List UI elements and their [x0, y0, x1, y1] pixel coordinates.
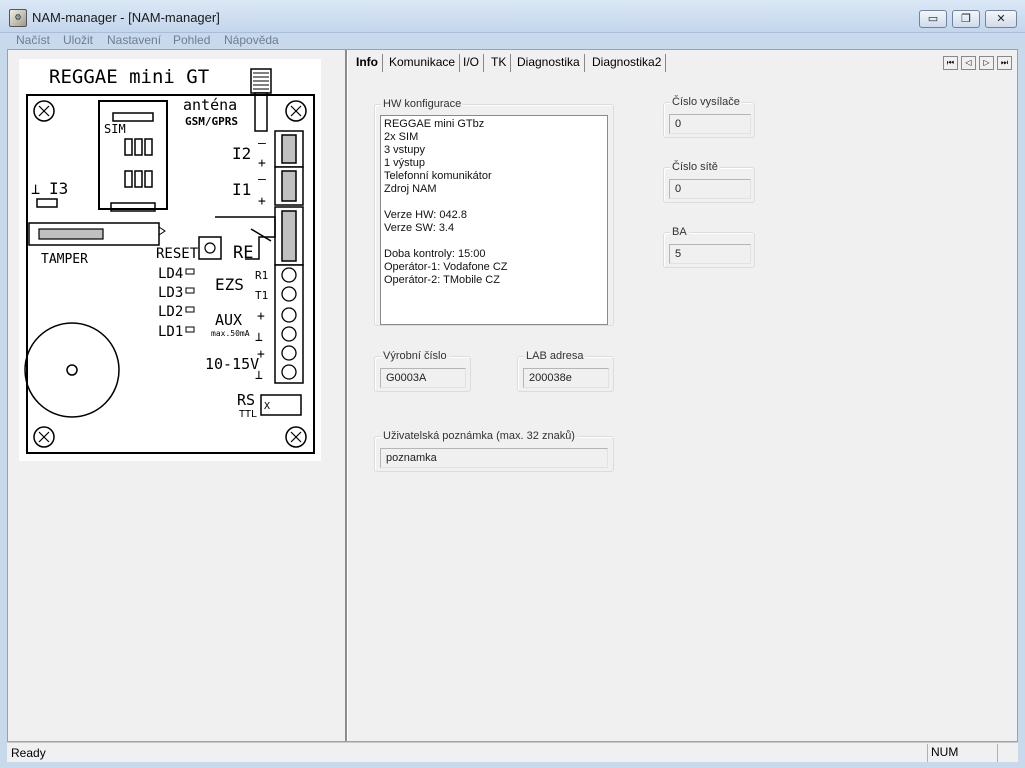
close-button[interactable]: ✕	[985, 10, 1017, 28]
svg-text:TAMPER: TAMPER	[41, 252, 88, 267]
reset-button-icon	[198, 236, 222, 260]
hw-config-group: HW konfigurace REGGAE mini GTbz 2x SIM 3…	[374, 98, 614, 326]
tab-io[interactable]: I/O	[459, 54, 485, 72]
tab-strip: Info Komunikace I/O TK Diagnostika Diagn…	[350, 52, 1012, 72]
window-bottom-frame	[0, 762, 1025, 768]
svg-text:R1: R1	[255, 269, 268, 282]
tab-prev-icon[interactable]: ◁	[961, 56, 976, 70]
svg-text:I1: I1	[232, 180, 251, 199]
svg-text:TTL: TTL	[239, 409, 257, 420]
svg-text:LD2: LD2	[158, 304, 183, 320]
svg-text:anténa: anténa	[183, 96, 237, 114]
transmitter-group: Číslo vysílače 0	[663, 96, 755, 138]
svg-text:X: X	[264, 401, 270, 412]
tab-first-icon[interactable]: ⏮	[943, 56, 958, 70]
size-grip-icon[interactable]	[997, 744, 1018, 762]
board-title: REGGAE mini GT	[49, 66, 209, 88]
tab-info[interactable]: Info	[352, 54, 383, 72]
lab-address-group: LAB adresa 200038e	[517, 350, 614, 392]
user-note-field[interactable]: poznamka	[380, 448, 608, 468]
minimize-button[interactable]: ▭	[919, 10, 947, 28]
network-group: Číslo sítě 0	[663, 161, 755, 203]
menu-nacist[interactable]: Načíst	[16, 33, 50, 47]
svg-text:I2: I2	[232, 144, 251, 163]
menu-pohled[interactable]: Pohled	[173, 33, 210, 47]
board-diagram: REGGAE mini GT anténa GSM/GPRS SIM I2 – …	[19, 59, 321, 461]
menu-nastaveni[interactable]: Nastavení	[107, 33, 161, 47]
tab-diagnostika[interactable]: Diagnostika	[513, 54, 585, 72]
svg-text:⊥: ⊥	[255, 368, 263, 383]
svg-text:10-15V: 10-15V	[205, 355, 259, 373]
ba-field[interactable]: 5	[669, 244, 751, 264]
svg-text:+: +	[257, 309, 265, 324]
app-icon[interactable]: ⚙	[9, 9, 27, 27]
status-bar: Ready NUM	[7, 742, 1018, 762]
svg-text:LD4: LD4	[158, 266, 183, 282]
svg-text:–: –	[258, 136, 266, 151]
client-area: REGGAE mini GT anténa GSM/GPRS SIM I2 – …	[7, 49, 1018, 742]
svg-text:GSM/GPRS: GSM/GPRS	[185, 115, 238, 128]
svg-text:⊥: ⊥	[31, 180, 40, 198]
svg-text:RS: RS	[237, 391, 255, 409]
svg-text:⊥: ⊥	[255, 330, 263, 345]
menu-napoveda[interactable]: Nápověda	[224, 33, 279, 47]
ba-group: BA 5	[663, 226, 755, 268]
board-svg: REGGAE mini GT anténa GSM/GPRS SIM I2 – …	[24, 66, 315, 454]
svg-text:EZS: EZS	[215, 275, 244, 294]
menu-ulozit[interactable]: Uložit	[63, 33, 93, 47]
serial-field[interactable]: G0003A	[380, 368, 466, 388]
tab-next-icon[interactable]: ▷	[979, 56, 994, 70]
pane-splitter[interactable]	[347, 50, 348, 741]
buzzer-icon	[24, 322, 120, 418]
transmitter-field[interactable]: 0	[669, 114, 751, 134]
lab-address-field[interactable]: 200038e	[523, 368, 609, 388]
hw-config-memo[interactable]: REGGAE mini GTbz 2x SIM 3 vstupy 1 výstu…	[380, 115, 608, 325]
svg-text:LD1: LD1	[158, 324, 183, 340]
serial-group: Výrobní číslo G0003A	[374, 350, 471, 392]
num-lock-indicator: NUM	[927, 744, 997, 762]
user-note-group: Uživatelská poznámka (max. 32 znaků) poz…	[374, 430, 614, 472]
title-bar: ⚙ NAM-manager - [NAM-manager] ▭ ❐ ✕	[0, 0, 1025, 33]
svg-text:I3: I3	[49, 179, 68, 198]
restore-button[interactable]: ❐	[952, 10, 980, 28]
tab-tk[interactable]: TK	[487, 54, 512, 72]
status-text: Ready	[11, 746, 46, 760]
tab-diagnostika2[interactable]: Diagnostika2	[588, 54, 667, 72]
info-pane: Info Komunikace I/O TK Diagnostika Diagn…	[350, 50, 1018, 741]
svg-text:RESET: RESET	[156, 246, 199, 262]
svg-text:SIM: SIM	[104, 122, 126, 136]
board-pane: REGGAE mini GT anténa GSM/GPRS SIM I2 – …	[8, 50, 347, 741]
hw-config-label: HW konfigurace	[381, 98, 464, 110]
menu-bar: Načíst Uložit Nastavení Pohled Nápověda	[6, 33, 1019, 49]
svg-text:+: +	[258, 156, 266, 171]
svg-text:LD3: LD3	[158, 285, 183, 301]
svg-text:+: +	[258, 194, 266, 209]
svg-text:AUX: AUX	[215, 311, 242, 329]
tab-komunikace[interactable]: Komunikace	[385, 54, 461, 72]
svg-text:–: –	[258, 172, 266, 187]
network-field[interactable]: 0	[669, 179, 751, 199]
window-title: NAM-manager - [NAM-manager]	[32, 10, 220, 25]
svg-text:T1: T1	[255, 289, 268, 302]
tab-last-icon[interactable]: ⏭	[997, 56, 1012, 70]
svg-text:max.50mA: max.50mA	[211, 329, 250, 338]
sim-holder	[98, 100, 168, 210]
svg-text:RE: RE	[233, 243, 253, 263]
